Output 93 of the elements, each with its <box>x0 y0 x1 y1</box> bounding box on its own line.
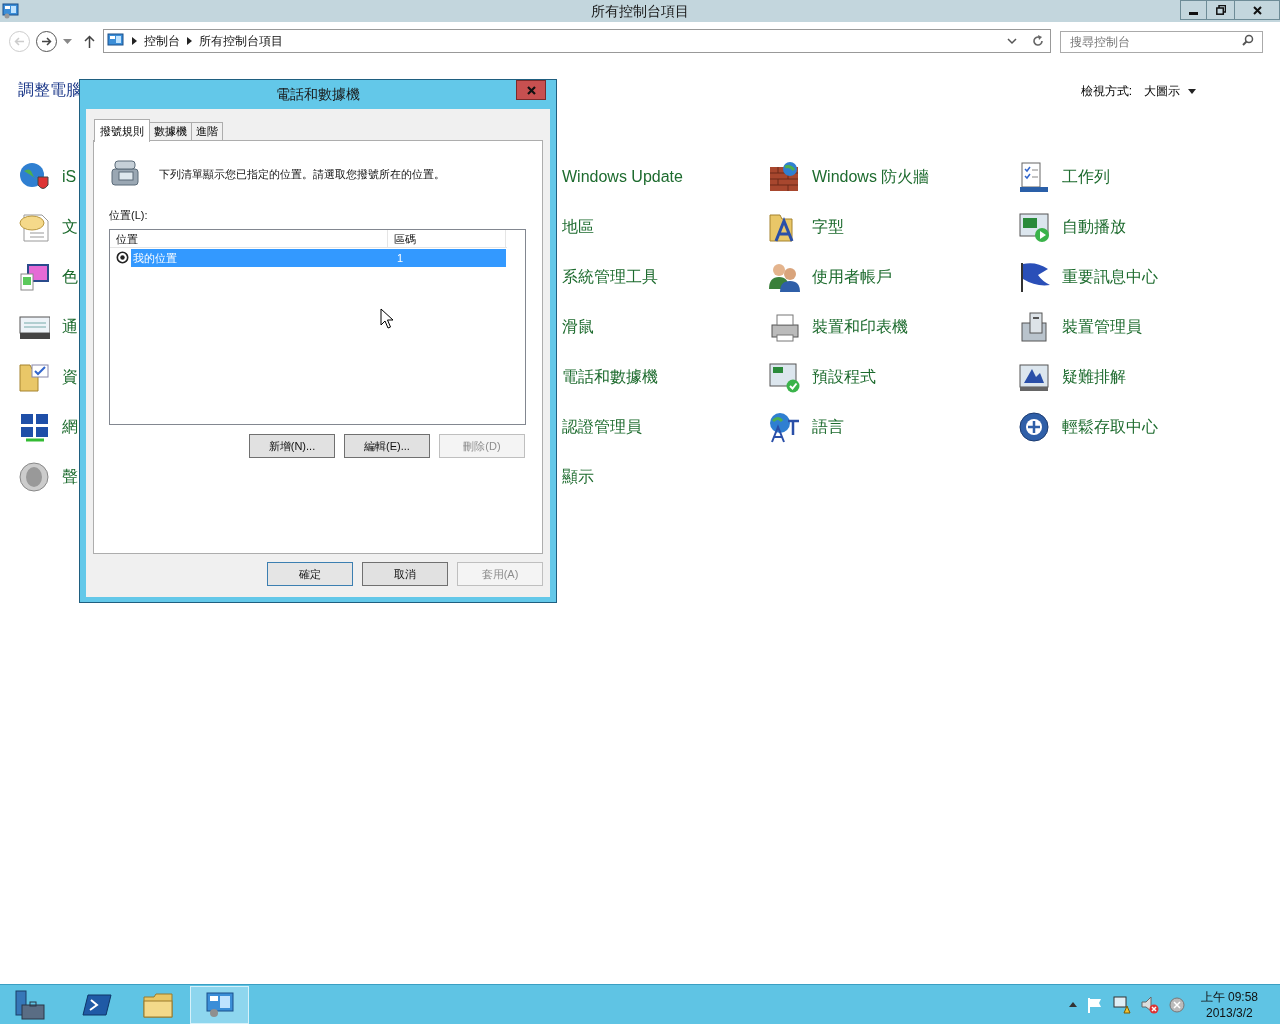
search-icon[interactable] <box>1242 34 1254 46</box>
restore-button[interactable] <box>1207 0 1234 20</box>
server-toolbox-icon <box>14 988 46 1021</box>
control-panel-button[interactable] <box>190 985 249 1024</box>
monitor-chart-icon[interactable] <box>1018 361 1050 393</box>
control-panel-link[interactable]: 地區 <box>562 215 594 239</box>
dialog-button[interactable]: 確定 <box>267 562 353 586</box>
accessibility-dial-icon[interactable] <box>1018 411 1050 443</box>
control-panel-link[interactable]: 語言 <box>812 415 844 439</box>
color-monitor-icon[interactable] <box>18 261 50 293</box>
control-panel-link[interactable]: 認證管理員 <box>562 415 642 439</box>
printer-icon[interactable] <box>768 311 800 343</box>
close-button[interactable] <box>516 80 546 100</box>
up-arrow-icon[interactable] <box>84 34 95 48</box>
tab[interactable]: 撥號規則 <box>94 119 150 142</box>
terminal-prompt-icon <box>82 992 112 1017</box>
status-circle-icon[interactable] <box>1168 996 1185 1013</box>
caret-icon <box>1188 88 1196 94</box>
view-label: 檢視方式: <box>1080 83 1132 100</box>
control-panel-link[interactable]: 重要訊息中心 <box>1062 265 1158 289</box>
view-dropdown[interactable]: 大圖示 <box>1144 82 1196 100</box>
monitor-checkmark-icon[interactable] <box>768 361 800 393</box>
two-users-icon[interactable] <box>768 261 800 293</box>
control-panel-icon <box>204 990 235 1019</box>
computer-tower-icon[interactable] <box>1018 311 1050 343</box>
breadcrumb-arrow-icon[interactable] <box>187 37 192 45</box>
control-panel-link[interactable]: 資 <box>62 365 78 389</box>
description-text: 下列清單顯示您已指定的位置。請選取您撥號所在的位置。 <box>159 167 445 182</box>
breadcrumb-link[interactable]: 所有控制台項目 <box>199 32 283 50</box>
control-panel-link[interactable]: 網 <box>62 415 78 439</box>
tab[interactable]: 進階 <box>192 122 223 141</box>
globe-letters-icon[interactable] <box>768 411 800 443</box>
brick-wall-globe-icon[interactable] <box>768 161 800 193</box>
minimize-icon <box>1189 11 1198 15</box>
close-icon <box>526 85 536 95</box>
window-title: 所有控制台項目 <box>591 1 689 21</box>
list-label: 位置(L): <box>109 208 148 223</box>
control-panel-link[interactable]: 工作列 <box>1062 165 1110 189</box>
dialog-button[interactable]: 編輯(E)... <box>344 434 430 458</box>
control-panel-link[interactable]: 滑鼠 <box>562 315 594 339</box>
clock-date[interactable]: 2013/3/2 <box>1205 1004 1253 1021</box>
network-warning-icon[interactable] <box>1112 995 1131 1014</box>
search-field[interactable]: 搜尋控制台 <box>1060 31 1263 53</box>
control-panel-link[interactable]: 電話和數據機 <box>562 365 658 389</box>
flag-icon[interactable] <box>1018 261 1050 293</box>
control-panel-link[interactable]: 文 <box>62 215 78 239</box>
dropdown-chevron-icon[interactable] <box>1007 37 1017 45</box>
control-panel-link[interactable]: 聲 <box>62 465 78 489</box>
control-panel-icon <box>107 33 125 49</box>
control-panel-link[interactable]: 輕鬆存取中心 <box>1062 415 1158 439</box>
forward-arrow-icon <box>41 36 52 46</box>
address-bar[interactable]: 控制台 所有控制台項目 <box>103 29 1051 53</box>
network-grid-icon[interactable] <box>18 411 50 443</box>
control-panel-link[interactable]: 疑難排解 <box>1062 365 1126 389</box>
control-panel-link[interactable]: 色 <box>62 265 78 289</box>
minimize-button[interactable] <box>1180 0 1207 20</box>
breadcrumb-link[interactable]: 控制台 <box>144 32 180 50</box>
control-panel-icon[interactable] <box>2 3 20 19</box>
column-header[interactable]: 區碼 <box>388 230 506 248</box>
control-panel-link[interactable]: 字型 <box>812 215 844 239</box>
dialog-button[interactable]: 新增(N)... <box>249 434 335 458</box>
control-panel-link[interactable]: iS <box>62 165 77 189</box>
tab[interactable]: 數據機 <box>150 122 192 141</box>
show-hidden-icons-icon[interactable] <box>1068 1002 1077 1007</box>
checklist-bar-icon[interactable] <box>1018 161 1050 193</box>
mouse-cursor-icon <box>380 308 393 329</box>
folder-icon <box>142 990 174 1019</box>
muted-speaker-icon[interactable] <box>1140 995 1159 1014</box>
monitor-play-icon[interactable] <box>1018 211 1050 243</box>
telephone-icon <box>109 159 141 187</box>
history-dropdown-icon[interactable] <box>63 38 72 44</box>
control-panel-link[interactable]: 使用者帳戶 <box>812 265 892 289</box>
back-arrow-icon <box>14 36 25 46</box>
control-panel-link[interactable]: 系統管理工具 <box>562 265 658 289</box>
control-panel-link[interactable]: 顯示 <box>562 465 594 489</box>
column-header[interactable]: 位置 <box>110 230 388 248</box>
control-panel-link[interactable]: 通 <box>62 315 78 339</box>
restore-icon <box>1215 5 1226 15</box>
current-location-icon <box>116 251 129 264</box>
clock-time[interactable]: 上午 09:58 <box>1200 988 1258 1005</box>
breadcrumb-arrow-icon[interactable] <box>132 37 137 45</box>
close-button[interactable] <box>1234 0 1280 20</box>
control-panel-link[interactable]: Windows Update <box>562 165 683 189</box>
control-panel-link[interactable]: 裝置管理員 <box>1062 315 1142 339</box>
control-panel-link[interactable]: Windows 防火牆 <box>812 165 930 189</box>
folder-checklist-icon[interactable] <box>18 361 50 393</box>
dialog-button[interactable]: 取消 <box>362 562 448 586</box>
dialog-title: 電話和數據機 <box>276 84 360 104</box>
close-icon <box>1252 5 1262 15</box>
control-panel-link[interactable]: 預設程式 <box>812 365 876 389</box>
refresh-icon[interactable] <box>1032 35 1044 47</box>
control-panel-link[interactable]: 自動播放 <box>1062 215 1126 239</box>
control-panel-link[interactable]: 裝置和印表機 <box>812 315 908 339</box>
